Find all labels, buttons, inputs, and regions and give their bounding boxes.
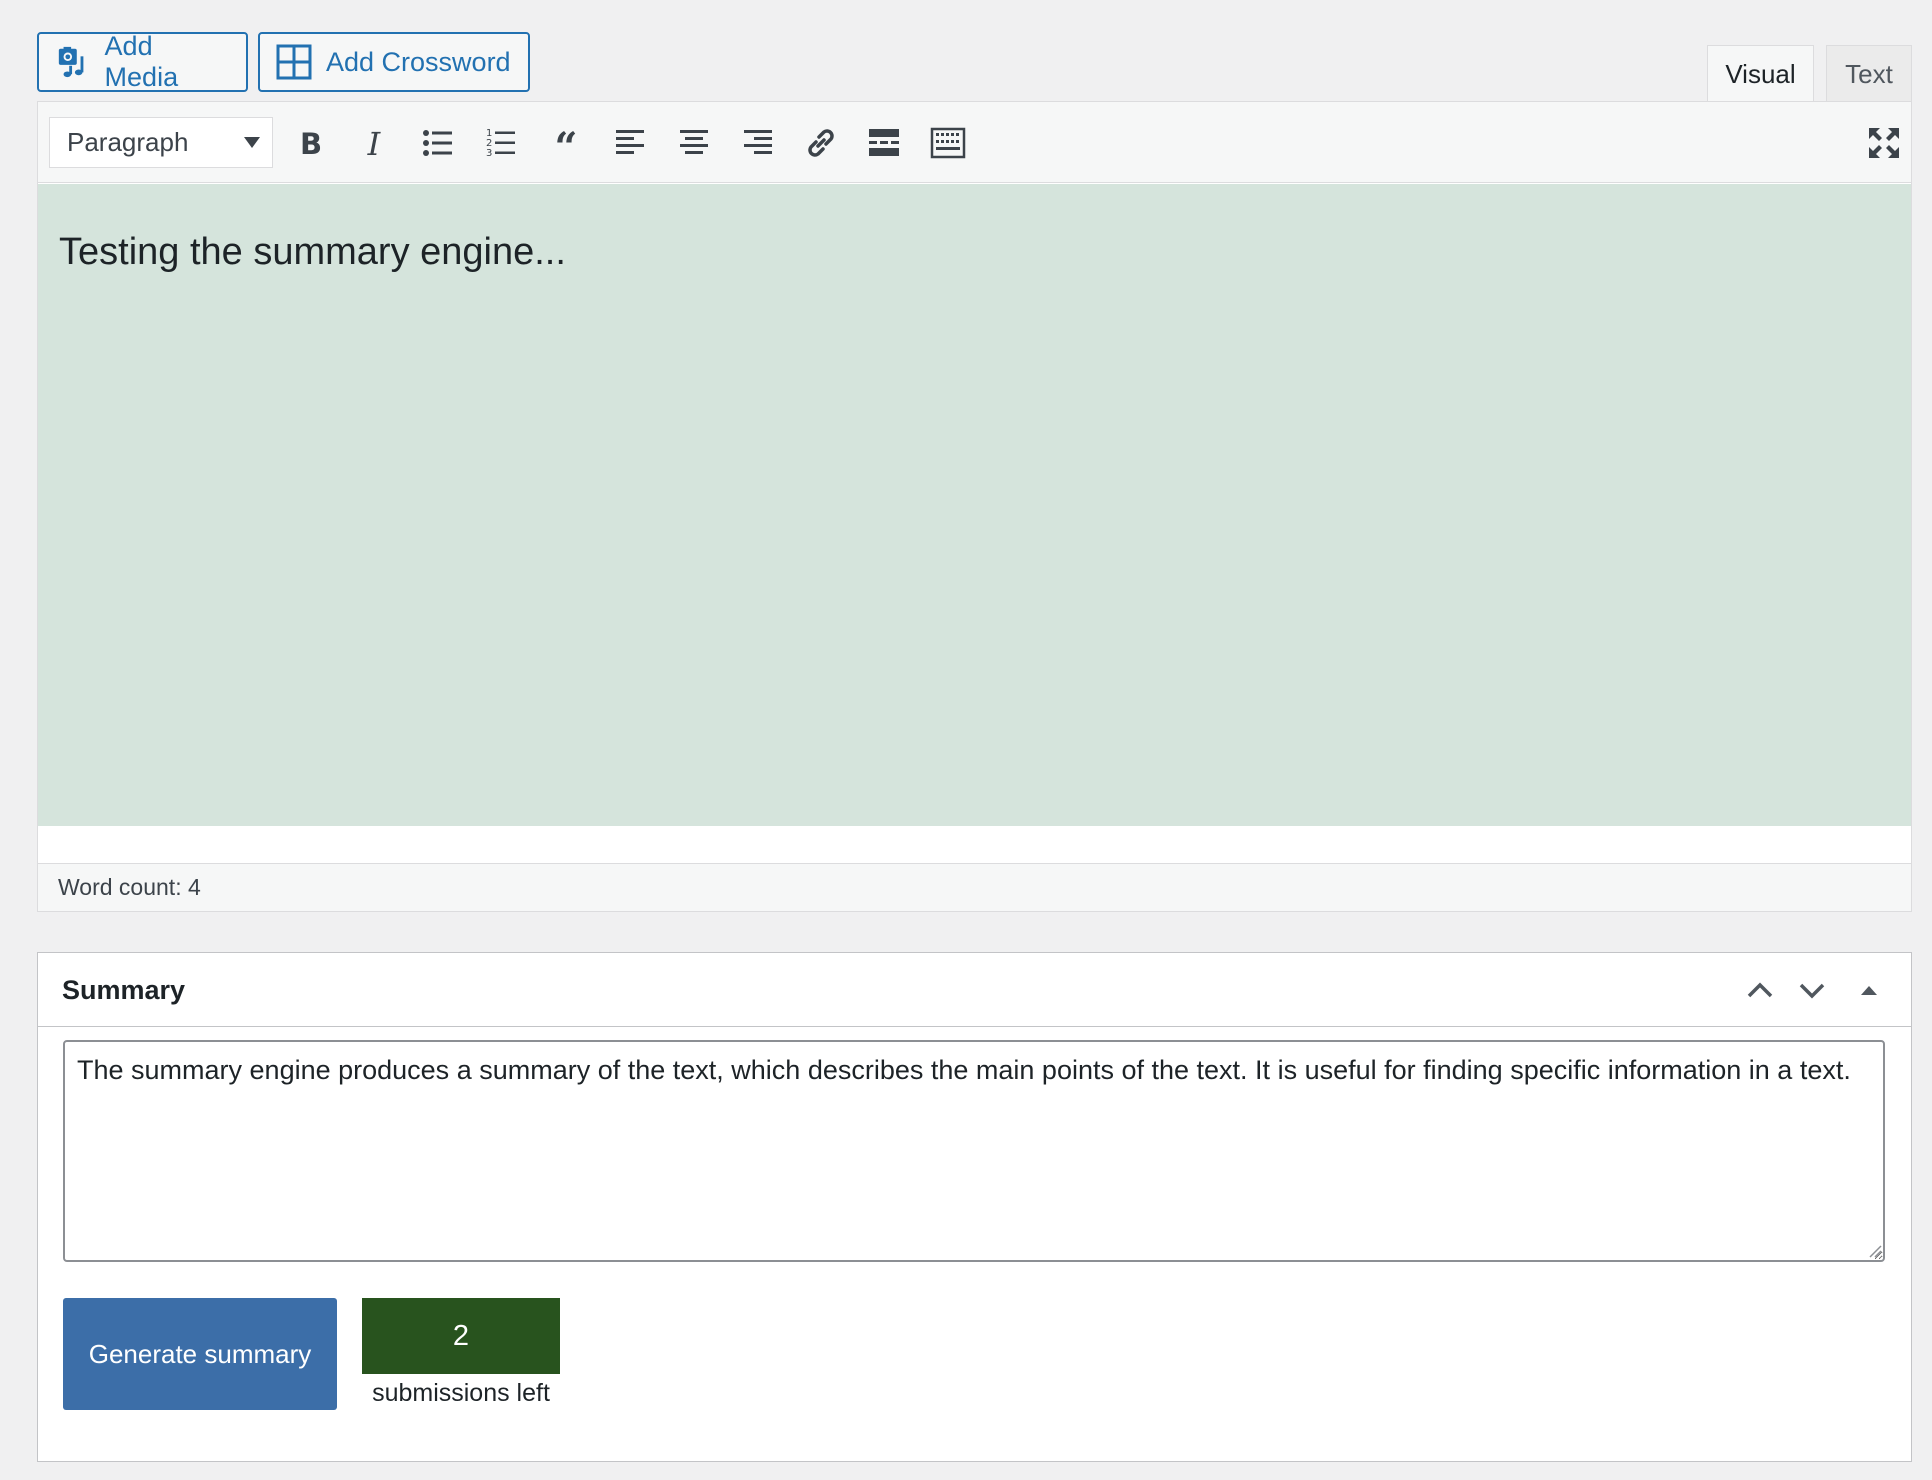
summary-postbox: Summary The summary engine produces a su…	[37, 952, 1912, 1462]
blockquote-button[interactable]: “	[543, 120, 589, 166]
move-up-button[interactable]	[1739, 969, 1781, 1011]
post-editor-page: Add Media Add Crossword Visual Text Para…	[0, 0, 1932, 1480]
triangle-up-icon	[1861, 986, 1877, 995]
format-select-value: Paragraph	[67, 127, 189, 157]
bold-icon: B	[300, 127, 322, 161]
align-right-button[interactable]	[735, 120, 781, 166]
tab-visual[interactable]: Visual	[1707, 45, 1814, 103]
summary-textarea[interactable]: The summary engine produces a summary of…	[63, 1040, 1885, 1262]
move-down-button[interactable]	[1791, 969, 1833, 1011]
numbered-list-button[interactable]: 1 2 3	[478, 120, 524, 166]
toolbar-toggle-button[interactable]	[925, 120, 971, 166]
link-icon	[808, 129, 834, 157]
editor-toolbar: Paragraph B I 1 2 3 “	[38, 102, 1911, 183]
add-media-icon	[55, 44, 91, 80]
svg-text:3: 3	[486, 148, 492, 159]
resize-handle-icon[interactable]	[1868, 1244, 1882, 1258]
chevron-down-icon	[1799, 983, 1825, 999]
generate-summary-button[interactable]: Generate summary	[63, 1298, 337, 1410]
bulleted-list-button[interactable]	[415, 120, 461, 166]
align-center-button[interactable]	[671, 120, 717, 166]
insert-link-button[interactable]	[798, 120, 844, 166]
caret-down-icon	[244, 137, 260, 148]
word-count: Word count: 4	[58, 874, 201, 900]
bold-button[interactable]: B	[288, 120, 334, 166]
svg-text:“: “	[554, 125, 577, 161]
align-left-button[interactable]	[607, 120, 653, 166]
read-more-icon	[869, 129, 899, 156]
blockquote-icon: “	[554, 125, 577, 161]
classic-editor: Paragraph B I 1 2 3 “ Testing the summar…	[37, 101, 1912, 912]
crossword-grid-icon	[276, 44, 312, 80]
tab-text[interactable]: Text	[1826, 45, 1912, 102]
svg-text:B: B	[300, 127, 322, 161]
read-more-button[interactable]	[861, 120, 907, 166]
summary-title: Summary	[62, 975, 186, 1005]
editor-content-paragraph[interactable]: Testing the summary engine...	[59, 231, 566, 274]
submissions-counter: 2	[362, 1298, 560, 1374]
add-media-button[interactable]: Add Media	[37, 31, 248, 92]
add-crossword-label: Add Crossword	[326, 46, 511, 77]
editor-status-bar: Word count: 4	[38, 863, 1911, 911]
italic-icon: I	[367, 125, 382, 161]
add-crossword-button[interactable]: Add Crossword	[258, 32, 530, 92]
add-media-label: Add Media	[104, 31, 179, 92]
chevron-up-icon	[1747, 982, 1773, 998]
format-select[interactable]: Paragraph	[49, 117, 273, 168]
fullscreen-icon	[1869, 128, 1899, 158]
fullscreen-button[interactable]	[1861, 120, 1907, 166]
toolbar-toggle-icon	[930, 127, 966, 159]
submissions-label: submissions left	[372, 1379, 550, 1407]
svg-text:I: I	[367, 125, 382, 161]
align-left-icon	[616, 130, 644, 154]
align-right-icon	[744, 130, 772, 154]
numbered-list-icon: 1 2 3	[486, 128, 515, 159]
italic-button[interactable]: I	[351, 120, 397, 166]
toggle-panel-button[interactable]	[1848, 969, 1890, 1011]
editor-content-area[interactable]: Testing the summary engine...	[38, 184, 1911, 826]
bulleted-list-icon	[423, 130, 452, 156]
align-center-icon	[680, 130, 708, 154]
summary-postbox-header: Summary	[38, 953, 1911, 1027]
